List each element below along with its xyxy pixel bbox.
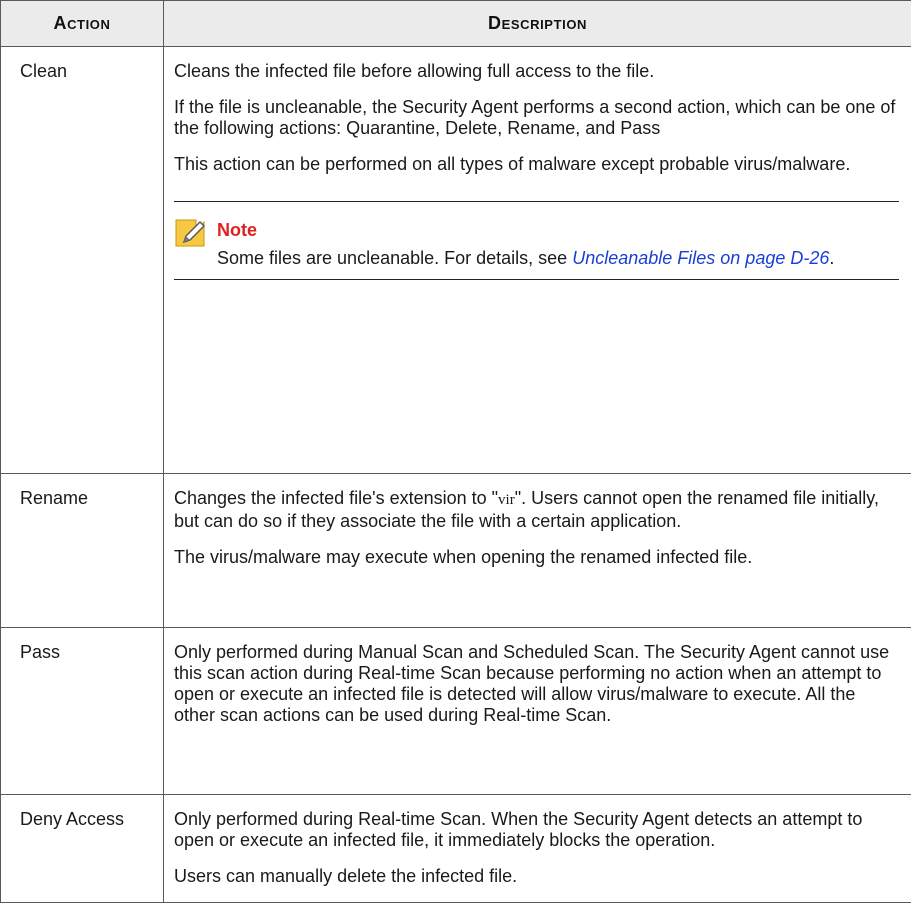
action-cell: Clean xyxy=(1,47,164,474)
header-description: Description xyxy=(164,1,911,47)
description-paragraph: Changes the infected file's extension to… xyxy=(174,488,899,532)
action-cell: Deny Access xyxy=(1,795,164,903)
description-paragraph: Cleans the infected file before allowing… xyxy=(174,61,899,82)
vir-extension: vir xyxy=(498,492,515,508)
header-action: Action xyxy=(1,1,164,47)
rename-text-before: Changes the infected file's extension to… xyxy=(174,488,498,508)
table-row: Deny Access Only performed during Real-t… xyxy=(1,795,911,903)
description-paragraph: Users can manually delete the infected f… xyxy=(174,866,899,887)
description-cell: Cleans the infected file before allowing… xyxy=(164,47,911,474)
table-row: Clean Cleans the infected file before al… xyxy=(1,47,911,474)
table-row: Pass Only performed during Manual Scan a… xyxy=(1,628,911,795)
description-paragraph: This action can be performed on all type… xyxy=(174,154,899,175)
description-cell: Only performed during Manual Scan and Sc… xyxy=(164,628,911,795)
note-callout: Note Some files are uncleanable. For det… xyxy=(174,201,899,280)
note-text: Some files are uncleanable. For details,… xyxy=(217,246,899,270)
description-cell: Only performed during Real-time Scan. Wh… xyxy=(164,795,911,903)
description-paragraph: The virus/malware may execute when openi… xyxy=(174,547,899,568)
scan-actions-table: Action Description Clean Cleans the infe… xyxy=(0,0,911,903)
table-row: Rename Changes the infected file's exten… xyxy=(1,474,911,628)
description-paragraph: If the file is uncleanable, the Security… xyxy=(174,97,899,139)
description-paragraph: Only performed during Manual Scan and Sc… xyxy=(174,642,899,726)
note-period: . xyxy=(829,248,834,268)
description-cell: Changes the infected file's extension to… xyxy=(164,474,911,628)
note-body-text: Some files are uncleanable. For details,… xyxy=(217,248,572,268)
description-paragraph: Only performed during Real-time Scan. Wh… xyxy=(174,809,899,851)
table-header-row: Action Description xyxy=(1,1,911,47)
uncleanable-files-link[interactable]: Uncleanable Files on page D-26 xyxy=(572,248,829,268)
action-cell: Pass xyxy=(1,628,164,795)
note-title: Note xyxy=(217,220,899,241)
note-pencil-icon xyxy=(174,216,206,248)
action-cell: Rename xyxy=(1,474,164,628)
